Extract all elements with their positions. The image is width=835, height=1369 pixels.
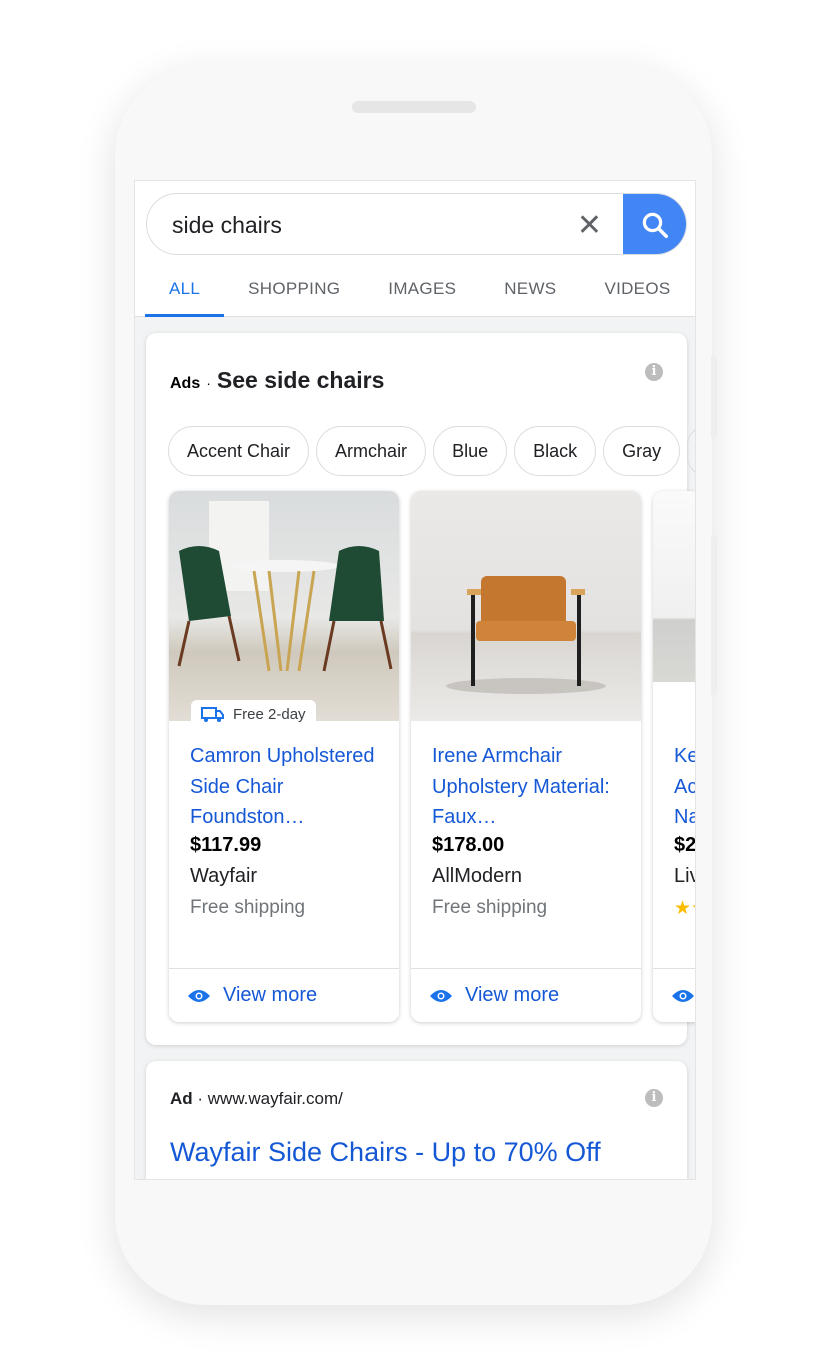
- chip-armchair[interactable]: Armchair: [316, 426, 427, 476]
- tab-news[interactable]: NEWS: [480, 279, 580, 317]
- filter-chips: Accent Chair Armchair Blue Black Gray: [168, 426, 695, 476]
- merchant-name: Wayfair: [190, 865, 258, 887]
- tab-videos[interactable]: VIDEOS: [580, 279, 694, 317]
- product-image: [411, 491, 641, 721]
- search-header: side chairs ✕ ALL SHOPPING IMAGES NEWS V…: [135, 181, 695, 317]
- chip-gray[interactable]: Gray: [603, 426, 681, 476]
- star-icon: ★★: [674, 898, 695, 919]
- product-card[interactable]: Ke Ac Na $2 Liv ★★: [653, 491, 696, 1022]
- merchant-name: Liv: [674, 865, 695, 887]
- product-image: [653, 491, 695, 721]
- ad-headline[interactable]: Wayfair Side Chairs - Up to 70% Off: [170, 1137, 601, 1168]
- product-card[interactable]: Irene Armchair Upholstery Material: Faux…: [411, 491, 641, 1022]
- phone-speaker: [352, 101, 476, 113]
- phone-side-button: [711, 356, 717, 438]
- tab-shopping[interactable]: SHOPPING: [224, 279, 364, 317]
- product-title[interactable]: Irene Armchair Upholstery Material: Faux…: [432, 741, 620, 832]
- eye-icon: [672, 989, 694, 1002]
- ads-title: See side chairs: [216, 367, 385, 393]
- merchant-name: AllModern: [432, 865, 523, 887]
- chip-black[interactable]: Black: [514, 426, 597, 476]
- view-more-button[interactable]: [653, 968, 695, 1022]
- view-more-button[interactable]: View more: [411, 968, 641, 1022]
- search-button[interactable]: [623, 194, 686, 254]
- product-price: $2: [674, 834, 696, 856]
- chip-more[interactable]: [687, 426, 695, 476]
- search-icon: [642, 212, 668, 238]
- phone-screen: side chairs ✕ ALL SHOPPING IMAGES NEWS V…: [134, 180, 696, 1180]
- shipping-badge: Free 2-day: [191, 700, 316, 729]
- phone-side-button: [711, 535, 717, 695]
- tab-images[interactable]: IMAGES: [364, 279, 480, 317]
- product-price: $178.00: [432, 834, 505, 856]
- shipping-info: Free shipping: [190, 897, 306, 918]
- product-title[interactable]: Ke Ac Na: [674, 741, 695, 832]
- text-ad-card: Ad · www.wayfair.com/ i Wayfair Side Cha…: [146, 1061, 687, 1179]
- chip-blue[interactable]: Blue: [433, 426, 508, 476]
- eye-icon: [188, 989, 210, 1002]
- chip-accent-chair[interactable]: Accent Chair: [168, 426, 310, 476]
- product-image: Free 2-day: [169, 491, 399, 729]
- ad-label: Ad: [170, 1089, 193, 1108]
- product-title[interactable]: Camron Upholstered Side Chair Foundston…: [190, 741, 378, 832]
- ad-url[interactable]: www.wayfair.com/: [208, 1089, 343, 1108]
- truck-icon: [201, 706, 224, 722]
- tab-all[interactable]: ALL: [135, 279, 225, 317]
- eye-icon: [430, 989, 452, 1002]
- search-tabs: ALL SHOPPING IMAGES NEWS VIDEOS: [135, 279, 694, 317]
- info-icon[interactable]: i: [645, 363, 663, 381]
- search-bar[interactable]: side chairs ✕: [146, 193, 687, 255]
- view-more-button[interactable]: View more: [169, 968, 399, 1022]
- shipping-info: Free shipping: [432, 897, 548, 918]
- shopping-ads-card: Ads · See side chairs i Accent Chair Armch…: [146, 333, 695, 1045]
- info-icon[interactable]: i: [645, 1089, 663, 1107]
- search-input[interactable]: side chairs: [172, 212, 282, 239]
- close-icon[interactable]: ✕: [577, 208, 602, 243]
- product-price: $117.99: [190, 834, 262, 856]
- product-card[interactable]: Free 2-day Camron Upholstered Side Chair…: [169, 491, 399, 1022]
- ads-label: Ads: [170, 375, 201, 392]
